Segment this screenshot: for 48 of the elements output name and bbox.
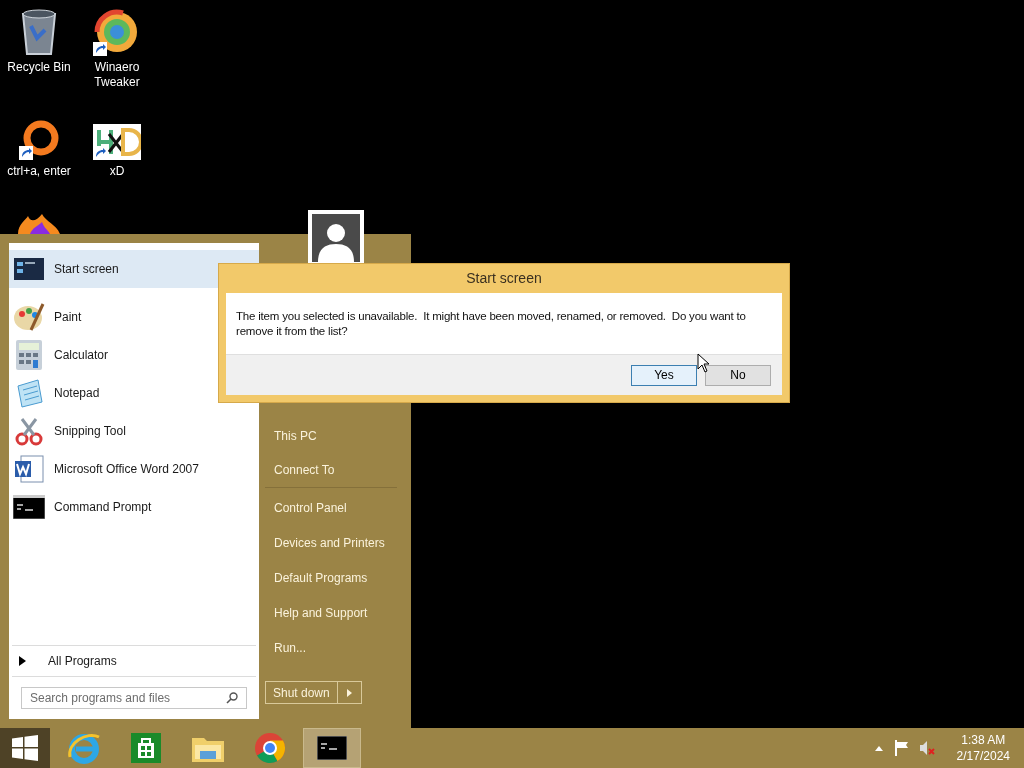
dialog-button[interactable]: No bbox=[705, 364, 771, 386]
console-icon bbox=[13, 495, 45, 519]
shortcut-label: ctrl+a, enter bbox=[7, 164, 71, 179]
desktop-shortcut[interactable]: xD bbox=[78, 110, 156, 179]
muted-speaker-icon bbox=[918, 740, 935, 756]
up-arrow-icon bbox=[874, 745, 883, 751]
taskbar-button[interactable] bbox=[303, 728, 361, 768]
shutdown-options-button[interactable] bbox=[337, 681, 362, 704]
mouse-cursor-icon bbox=[697, 353, 709, 373]
shortcut-label: xD bbox=[109, 164, 125, 179]
program-item[interactable]: Command Prompt bbox=[9, 488, 259, 526]
windows-logo-icon bbox=[12, 735, 38, 761]
shortcut-label: Winaero Tweaker bbox=[94, 60, 140, 90]
program-item[interactable]: Microsoft Office Word 2007 bbox=[9, 450, 259, 488]
program-item[interactable]: Snipping Tool bbox=[9, 412, 259, 450]
dialog-message: The item you selected is unavailable. It might have been moved, renamed, or removed. Do you want to remove it from the list? bbox=[226, 293, 782, 354]
start-button[interactable] bbox=[0, 728, 50, 768]
dialog-title: Start screen bbox=[465, 269, 543, 288]
program-item[interactable]: Notepad bbox=[9, 374, 259, 412]
chrome-logo-icon bbox=[254, 732, 286, 764]
triangle-icon bbox=[346, 688, 352, 697]
trash-bin-icon bbox=[19, 8, 59, 56]
flame-logo-icon bbox=[16, 214, 62, 234]
calculator-icon bbox=[16, 340, 42, 370]
desktop-shortcut[interactable]: ctrl+a, enter bbox=[0, 110, 78, 179]
clock-date: 2/17/2024 bbox=[956, 748, 1010, 764]
start-screen-icon bbox=[14, 258, 44, 280]
desktop-shortcut[interactable]: Recycle Bin bbox=[0, 6, 78, 75]
clock-time: 1:38 AM bbox=[961, 732, 1006, 748]
browser-e-icon bbox=[67, 731, 101, 765]
shortcut-arrow-icon bbox=[93, 42, 107, 56]
notepad-icon bbox=[14, 378, 44, 408]
all-programs-item[interactable]: All Programs bbox=[9, 646, 259, 676]
search-field[interactable]: Search programs and files bbox=[21, 687, 247, 709]
flag-icon bbox=[894, 740, 909, 756]
word-document-icon bbox=[13, 453, 45, 485]
shortcut-label: Recycle Bin bbox=[7, 60, 71, 75]
shortcut-arrow-icon bbox=[93, 146, 107, 160]
search-icon bbox=[226, 692, 238, 704]
palette-icon bbox=[13, 302, 45, 332]
program-item[interactable]: Start screen bbox=[9, 250, 259, 288]
desktop-shortcut[interactable]: Winaero Tweaker bbox=[78, 6, 156, 90]
triangle-icon bbox=[19, 656, 26, 666]
console-icon bbox=[317, 736, 347, 760]
shortcut-arrow-icon bbox=[19, 146, 33, 160]
dialog-button[interactable]: Yes bbox=[631, 364, 697, 386]
scissors-icon bbox=[14, 416, 44, 446]
store-bag-icon bbox=[131, 733, 161, 763]
